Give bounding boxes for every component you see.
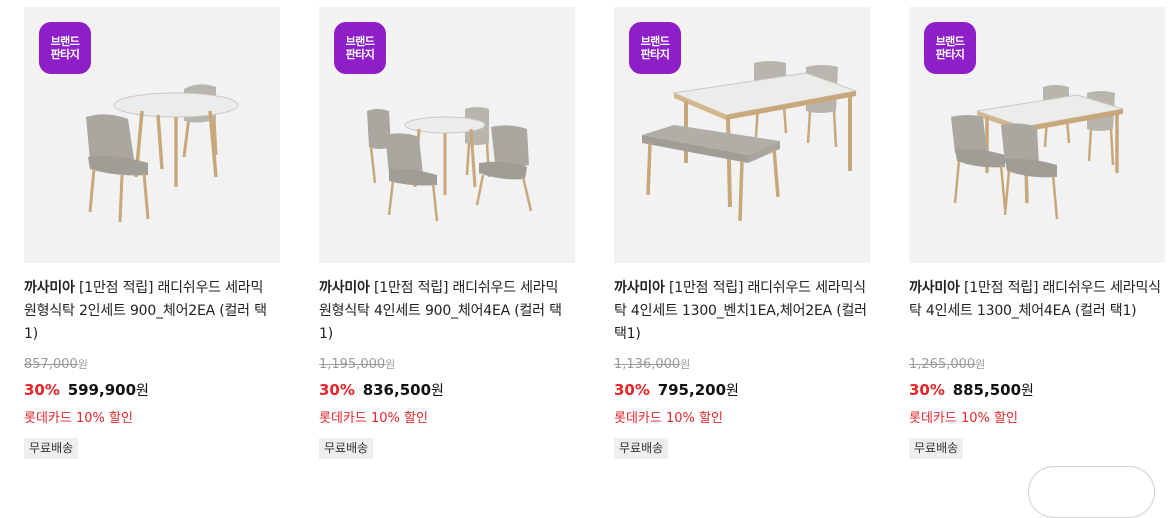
badge-line1: 브랜드: [345, 35, 375, 48]
discount-rate: 30%: [909, 381, 945, 399]
sale-price-line: 30% 599,900원: [24, 380, 280, 401]
card-benefit: 롯데카드 10% 할인: [319, 411, 428, 426]
sale-price: 795,200: [657, 381, 727, 399]
original-price-unit: 원: [77, 358, 88, 371]
free-shipping-tag: 무료배송: [24, 438, 79, 459]
discount-rate: 30%: [24, 381, 60, 399]
free-shipping-tag: 무료배송: [909, 438, 964, 459]
product-title[interactable]: 까사미아 [1만점 적립] 래디쉬우드 세라믹 원형식탁 4인세트 900_체어…: [319, 277, 575, 346]
badge-line1: 브랜드: [640, 35, 670, 48]
original-price-value: 1,136,000: [614, 357, 681, 372]
sale-price-unit: 원: [1021, 383, 1034, 399]
product-grid: 브랜드 판타지 까사미아 [1만점 적립] 래디쉬우드 세라믹 원형식탁 2인세…: [0, 0, 1169, 481]
sale-price: 885,500: [952, 381, 1022, 399]
product-card[interactable]: 브랜드 판타지 까사미아 [1만점 적립] 래디쉬우드 세라믹식탁 4인세트 1…: [614, 7, 870, 459]
free-shipping-tag: 무료배송: [319, 438, 374, 459]
product-card[interactable]: 브랜드 판타지 까사미아 [1만점 적립] 래디쉬우드 세라믹 원형식탁 2인세…: [24, 7, 280, 459]
product-card[interactable]: 브랜드 판타지 까사미아 [1만점 적립] 래디쉬우드 세라믹 원형식탁 4인세…: [319, 7, 575, 459]
sale-price-unit: 원: [136, 383, 149, 399]
original-price: 1,136,000원: [614, 356, 870, 374]
original-price: 1,195,000원: [319, 356, 575, 374]
original-price-unit: 원: [975, 358, 986, 371]
free-shipping-tag: 무료배송: [614, 438, 669, 459]
sale-price-line: 30% 836,500원: [319, 380, 575, 401]
badge-line2: 판타지: [50, 48, 80, 61]
original-price: 857,000원: [24, 356, 280, 374]
product-brand: 까사미아: [319, 280, 370, 296]
more-button[interactable]: [1028, 466, 1155, 518]
brand-fantasy-badge-icon: 브랜드 판타지: [924, 22, 976, 74]
original-price-value: 1,265,000: [909, 357, 976, 372]
sale-price: 836,500: [362, 381, 432, 399]
product-brand: 까사미아: [24, 280, 75, 296]
card-benefit: 롯데카드 10% 할인: [614, 411, 723, 426]
discount-rate: 30%: [319, 381, 355, 399]
product-title[interactable]: 까사미아 [1만점 적립] 래디쉬우드 세라믹식탁 4인세트 1300_체어4E…: [909, 277, 1165, 346]
product-image[interactable]: 브랜드 판타지: [909, 7, 1165, 263]
product-brand: 까사미아: [614, 280, 665, 296]
badge-line2: 판타지: [640, 48, 670, 61]
product-image[interactable]: 브랜드 판타지: [24, 7, 280, 263]
product-brand: 까사미아: [909, 280, 960, 296]
brand-fantasy-badge-icon: 브랜드 판타지: [334, 22, 386, 74]
product-image[interactable]: 브랜드 판타지: [614, 7, 870, 263]
badge-line1: 브랜드: [50, 35, 80, 48]
discount-rate: 30%: [614, 381, 650, 399]
badge-line2: 판타지: [345, 48, 375, 61]
sale-price: 599,900: [67, 381, 137, 399]
original-price-unit: 원: [385, 358, 396, 371]
original-price-value: 1,195,000: [319, 357, 386, 372]
sale-price-line: 30% 795,200원: [614, 380, 870, 401]
badge-line2: 판타지: [935, 48, 965, 61]
product-card[interactable]: 브랜드 판타지 까사미아 [1만점 적립] 래디쉬우드 세라믹식탁 4인세트 1…: [909, 7, 1165, 459]
product-title[interactable]: 까사미아 [1만점 적립] 래디쉬우드 세라믹 원형식탁 2인세트 900_체어…: [24, 277, 280, 346]
original-price-value: 857,000: [24, 357, 78, 372]
brand-fantasy-badge-icon: 브랜드 판타지: [629, 22, 681, 74]
sale-price-unit: 원: [431, 383, 444, 399]
badge-line1: 브랜드: [935, 35, 965, 48]
sale-price-unit: 원: [726, 383, 739, 399]
original-price: 1,265,000원: [909, 356, 1165, 374]
brand-fantasy-badge-icon: 브랜드 판타지: [39, 22, 91, 74]
product-image[interactable]: 브랜드 판타지: [319, 7, 575, 263]
card-benefit: 롯데카드 10% 할인: [909, 411, 1018, 426]
product-title[interactable]: 까사미아 [1만점 적립] 래디쉬우드 세라믹식탁 4인세트 1300_벤치1E…: [614, 277, 870, 346]
original-price-unit: 원: [680, 358, 691, 371]
sale-price-line: 30% 885,500원: [909, 380, 1165, 401]
card-benefit: 롯데카드 10% 할인: [24, 411, 133, 426]
